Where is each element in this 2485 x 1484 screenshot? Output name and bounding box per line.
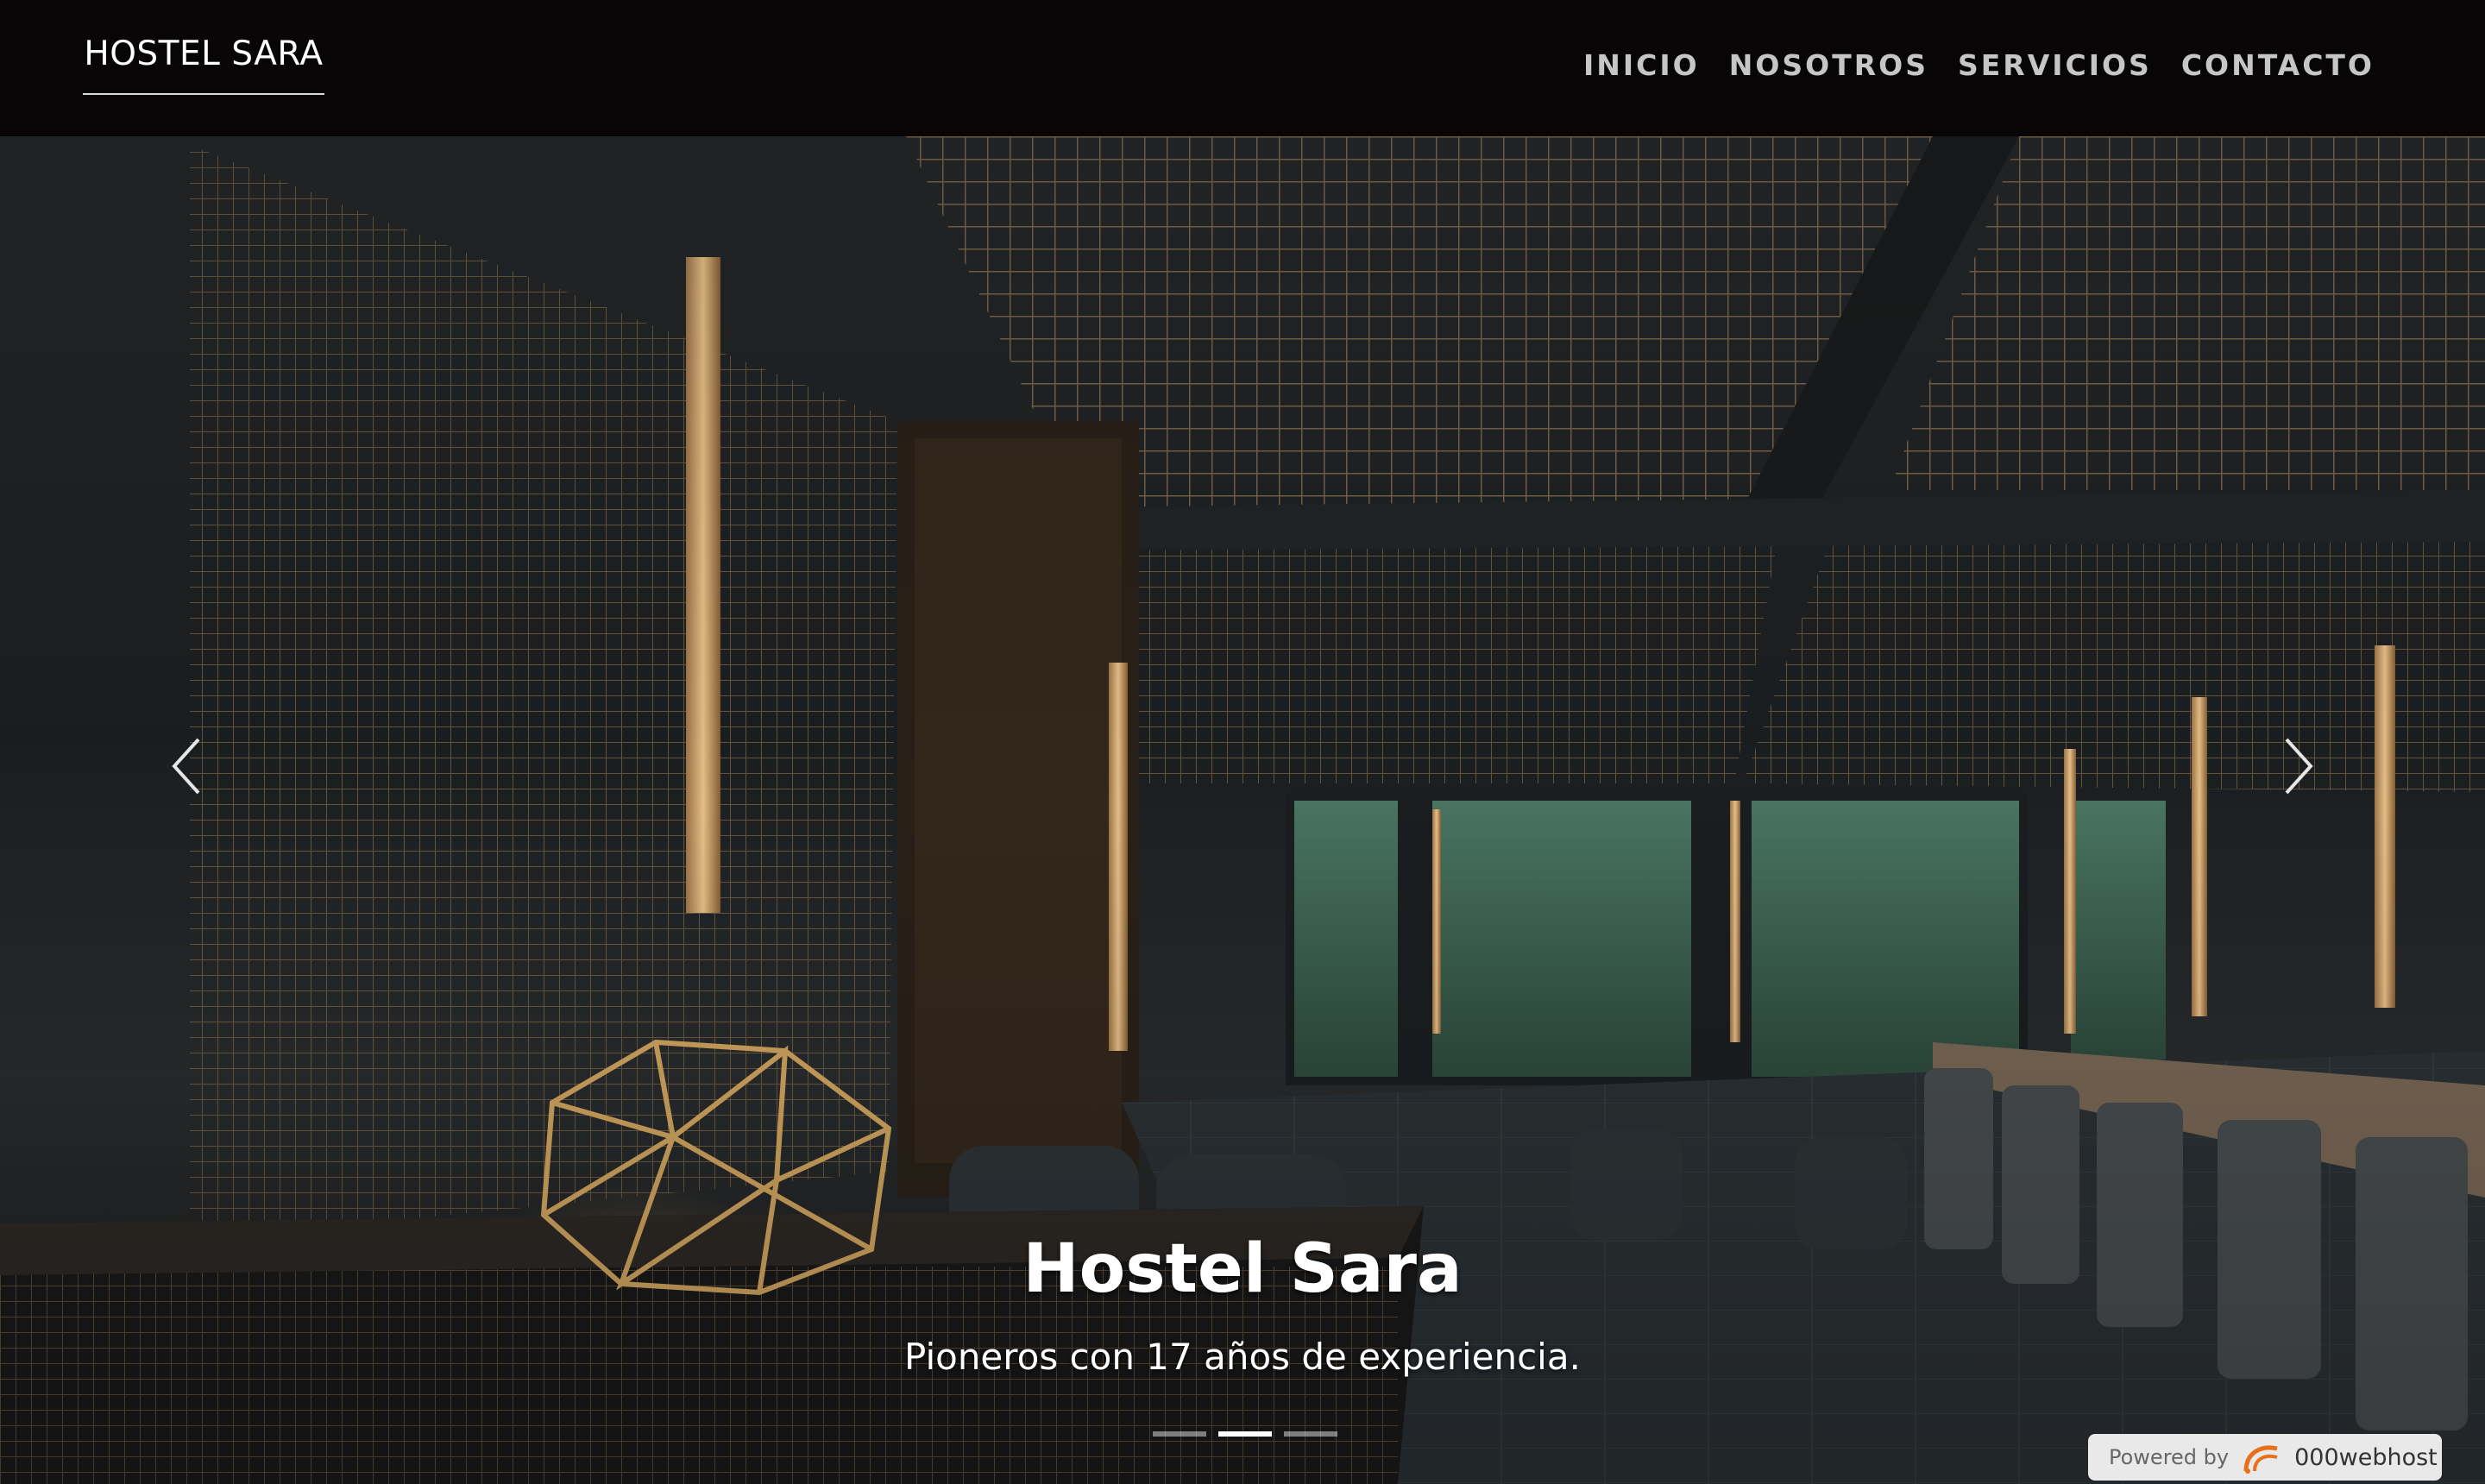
carousel-indicator-3[interactable]	[1284, 1431, 1337, 1437]
powered-by-badge[interactable]: Powered by 000webhost	[2088, 1434, 2442, 1481]
carousel-prev-button[interactable]	[152, 714, 221, 818]
nav-link-contacto[interactable]: CONTACTO	[2181, 48, 2375, 82]
nav-link-inicio[interactable]: INICIO	[1583, 48, 1700, 82]
nav-link-servicios[interactable]: SERVICIOS	[1958, 48, 2152, 82]
hero-carousel: Hostel Sara Pioneros con 17 años de expe…	[0, 136, 2485, 1484]
chevron-left-icon	[172, 738, 200, 795]
nav-menu: INICIO NOSOTROS SERVICIOS CONTACTO	[1583, 48, 2375, 82]
000webhost-logo-icon	[2243, 1445, 2278, 1474]
nav-item-nosotros: NOSOTROS	[1729, 48, 1928, 82]
carousel-indicator-2[interactable]	[1218, 1431, 1272, 1437]
slide-title: Hostel Sara	[1022, 1230, 1463, 1308]
powered-by-brand: 000webhost	[2294, 1443, 2438, 1471]
carousel-indicators	[1153, 1431, 1337, 1437]
slide-subtitle: Pioneros con 17 años de experiencia.	[904, 1336, 1581, 1378]
nav-item-contacto: CONTACTO	[2181, 48, 2375, 82]
navbar: HOSTEL SARA INICIO NOSOTROS SERVICIOS CO…	[0, 0, 2485, 136]
page: HOSTEL SARA INICIO NOSOTROS SERVICIOS CO…	[0, 0, 2485, 1484]
carousel-indicator-1[interactable]	[1153, 1431, 1206, 1437]
nav-item-servicios: SERVICIOS	[1958, 48, 2152, 82]
powered-by-label: Powered by	[2109, 1445, 2230, 1469]
carousel-next-button[interactable]	[2264, 714, 2333, 818]
chevron-right-icon	[2285, 738, 2313, 795]
nav-item-inicio: INICIO	[1583, 48, 1700, 82]
nav-link-nosotros[interactable]: NOSOTROS	[1729, 48, 1928, 82]
brand-logo[interactable]: HOSTEL SARA	[83, 29, 324, 95]
